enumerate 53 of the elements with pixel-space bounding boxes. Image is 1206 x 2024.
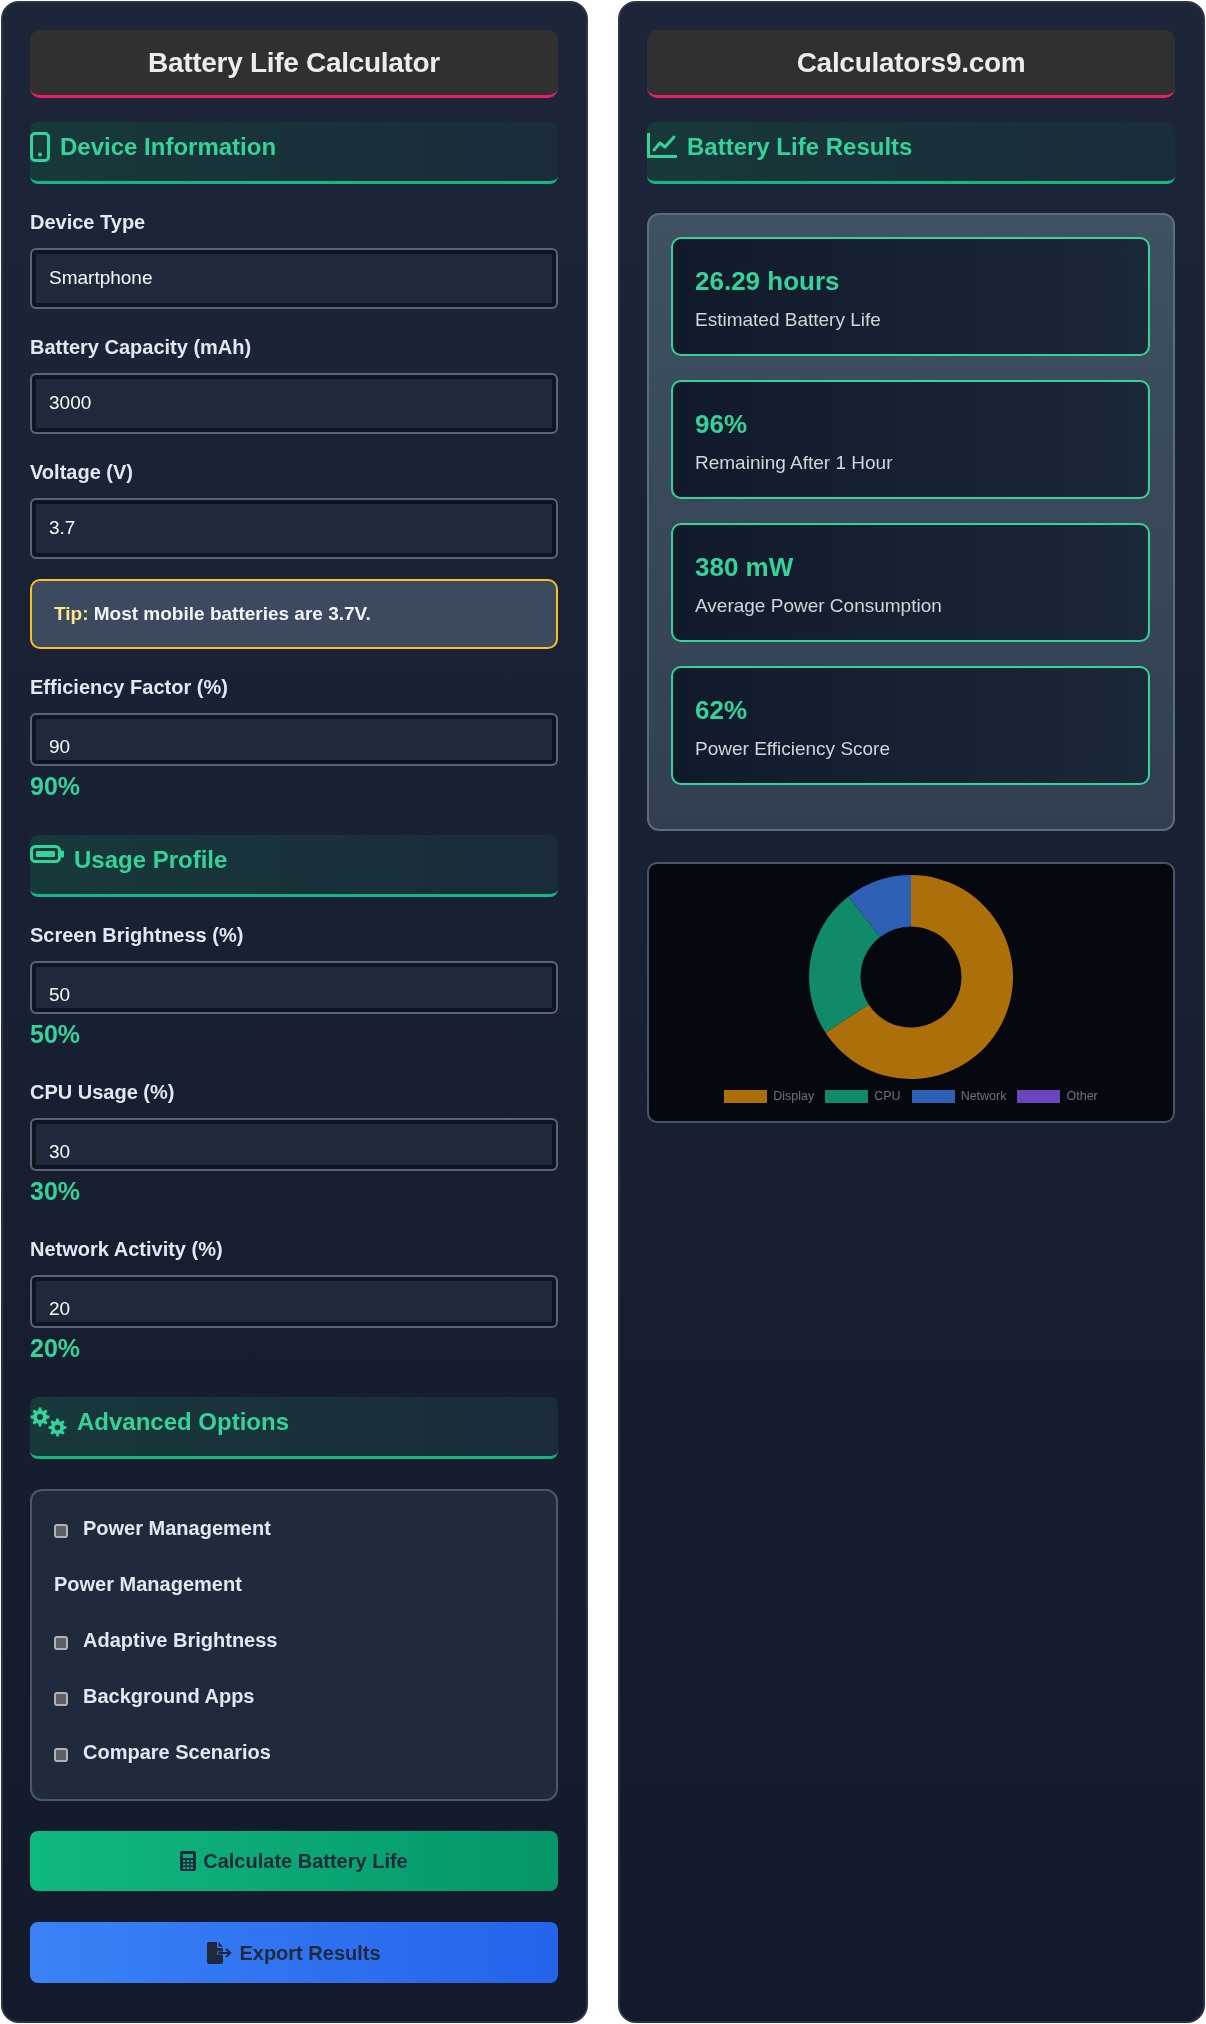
legend-label: Network (960, 1089, 1007, 1103)
input-field[interactable]: 90 (30, 713, 558, 766)
value-reading: 50% (30, 1019, 81, 1049)
page-title: Battery Life Calculator (148, 45, 440, 80)
result-value: 26.29 hours (695, 266, 840, 296)
result-label: Estimated Battery Life (695, 308, 881, 332)
result-label: Average Power Consumption (695, 594, 942, 618)
input-field[interactable]: 3000 (30, 373, 558, 434)
section-title: Battery Life Results (687, 132, 913, 162)
checkbox-label[interactable]: Adaptive Brightness (83, 1628, 278, 1652)
field-label: CPU Usage (%) (30, 1080, 176, 1104)
field-label: Battery Capacity (mAh) (30, 335, 253, 359)
checkbox[interactable] (54, 1748, 68, 1762)
section-title: Device Information (60, 132, 277, 162)
input-field[interactable]: 30 (30, 1118, 558, 1171)
phone-icon (30, 132, 50, 162)
value-reading: 30% (30, 1176, 81, 1206)
field-label: Voltage (V) (30, 460, 134, 484)
checkbox[interactable] (54, 1636, 68, 1650)
checkbox-label[interactable]: Power Management (83, 1516, 271, 1540)
battery-icon (30, 845, 64, 863)
section-title: Usage Profile (74, 845, 228, 875)
field-label: Efficiency Factor (%) (30, 675, 229, 699)
value-reading: 90% (30, 771, 81, 801)
calculator-icon (180, 1851, 197, 1871)
checkbox[interactable] (54, 1692, 68, 1706)
legend-label: CPU (874, 1089, 901, 1103)
result-value: 380 mW (695, 552, 794, 582)
input-field[interactable]: 3.7 (30, 498, 558, 559)
field-label: Device Type (30, 210, 147, 234)
value-reading: 20% (30, 1333, 81, 1363)
section-title: Advanced Options (77, 1407, 290, 1437)
input-field[interactable]: Smartphone (30, 248, 558, 309)
option-group-label: Power Management (54, 1572, 242, 1596)
input-field[interactable]: 20 (30, 1275, 558, 1328)
result-value: 96% (695, 409, 748, 439)
checkbox-label[interactable]: Compare Scenarios (83, 1740, 271, 1764)
result-value: 62% (695, 695, 748, 725)
tip-text: Tip: Most mobile batteries are 3.7V. (54, 602, 371, 626)
calculate-button[interactable]: Calculate Battery Life (30, 1831, 558, 1891)
input-field[interactable]: 50 (30, 961, 558, 1014)
line-chart-icon (647, 132, 677, 158)
legend-label: Display (773, 1089, 815, 1103)
field-label: Network Activity (%) (30, 1237, 224, 1261)
checkbox[interactable] (54, 1524, 68, 1538)
gears-icon (30, 1407, 67, 1437)
result-label: Remaining After 1 Hour (695, 451, 893, 475)
result-label: Power Efficiency Score (695, 737, 890, 761)
file-export-icon (207, 1941, 233, 1964)
field-label: Screen Brightness (%) (30, 923, 245, 947)
page-title: Calculators9.com (796, 45, 1026, 80)
legend-label: Other (1066, 1089, 1098, 1103)
checkbox-label[interactable]: Background Apps (83, 1684, 255, 1708)
